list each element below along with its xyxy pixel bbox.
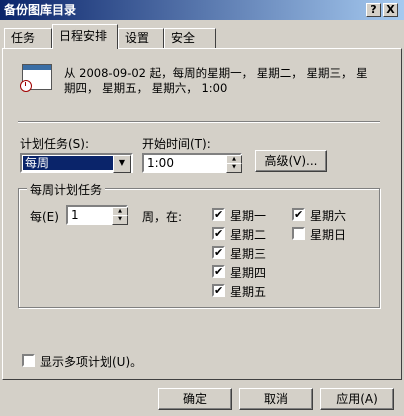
tab-schedule[interactable]: 日程安排 — [52, 24, 118, 49]
show-multiple-schedules-checkbox[interactable] — [22, 354, 35, 367]
close-button[interactable]: X — [383, 3, 398, 17]
schedule-task-select[interactable]: 每周 ▼ — [20, 153, 133, 173]
every-weeks-spinner[interactable]: ▲ ▼ — [112, 207, 128, 225]
schedule-task-value: 每周 — [23, 156, 117, 170]
wednesday-checkbox[interactable]: ✔ — [212, 246, 225, 259]
every-weeks-value: 1 — [71, 208, 79, 222]
tab-security[interactable]: 安全 — [164, 28, 216, 48]
start-time-label: 开始时间(T): — [142, 137, 211, 151]
window-title: 备份图库目录 — [4, 3, 77, 17]
saturday-label: 星期六 — [310, 209, 347, 223]
every-weeks-input[interactable]: 1 ▲ ▼ — [66, 205, 128, 225]
advanced-button[interactable]: 高级(V)... — [255, 150, 327, 172]
weeks-on-label: 周，在: — [142, 210, 183, 224]
tab-label: 安全 — [171, 31, 196, 45]
show-multiple-schedules-label: 显示多项计划(U)。 — [40, 355, 143, 369]
every-label: 每(E) — [30, 210, 59, 224]
thursday-label: 星期四 — [230, 266, 267, 280]
group-title: 每周计划任务 — [27, 181, 106, 198]
tuesday-checkbox[interactable]: ✔ — [212, 227, 225, 240]
tab-label: 任务 — [11, 31, 36, 45]
schedule-description: 从 2008-09-02 起，每周的星期一， 星期二， 星期三， 星 期四， 星… — [64, 66, 382, 96]
spin-down-icon[interactable]: ▼ — [226, 163, 242, 173]
start-time-value: 1:00 — [147, 156, 174, 170]
chevron-down-icon[interactable]: ▼ — [113, 155, 131, 173]
divider — [18, 121, 380, 123]
friday-checkbox[interactable]: ✔ — [212, 284, 225, 297]
start-time-input[interactable]: 1:00 ▲ ▼ — [142, 153, 242, 173]
monday-checkbox[interactable]: ✔ — [212, 208, 225, 221]
apply-button[interactable]: 应用(A) — [320, 388, 394, 410]
tab-settings[interactable]: 设置 — [118, 28, 164, 48]
tab-label: 设置 — [125, 31, 150, 45]
wednesday-label: 星期三 — [230, 247, 267, 261]
description-line: 从 2008-09-02 起，每周的星期一， 星期二， 星期三， 星 — [64, 66, 368, 80]
ok-button[interactable]: 确定 — [158, 388, 232, 410]
tab-task[interactable]: 任务 — [4, 28, 52, 48]
description-line: 期四， 星期五， 星期六， 1:00 — [64, 81, 228, 95]
sunday-label: 星期日 — [310, 228, 347, 242]
cancel-button[interactable]: 取消 — [239, 388, 313, 410]
spin-down-icon[interactable]: ▼ — [112, 215, 128, 225]
title-bar[interactable]: 备份图库目录 — [0, 0, 404, 20]
thursday-checkbox[interactable]: ✔ — [212, 265, 225, 278]
clock-icon — [20, 80, 32, 92]
tab-label: 日程安排 — [59, 29, 108, 43]
start-time-spinner[interactable]: ▲ ▼ — [226, 155, 242, 173]
help-button[interactable]: ? — [366, 3, 381, 17]
friday-label: 星期五 — [230, 285, 267, 299]
monday-label: 星期一 — [230, 209, 267, 223]
saturday-checkbox[interactable]: ✔ — [292, 208, 305, 221]
tuesday-label: 星期二 — [230, 228, 267, 242]
schedule-task-label: 计划任务(S): — [20, 137, 90, 151]
sunday-checkbox[interactable] — [292, 227, 305, 240]
